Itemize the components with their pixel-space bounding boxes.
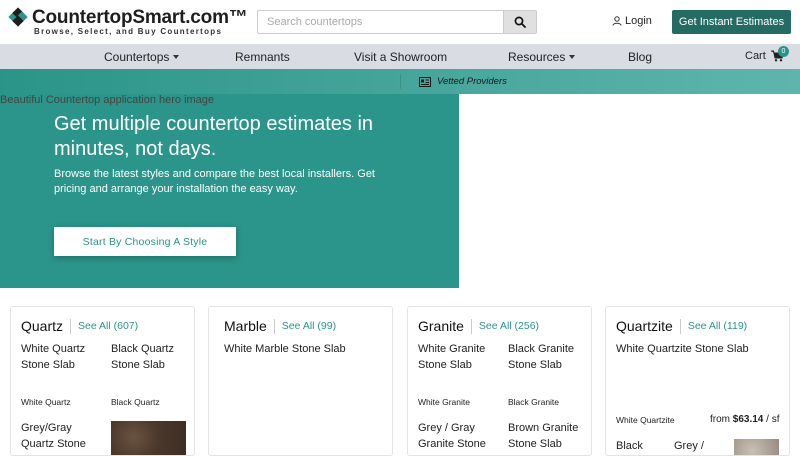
product-label[interactable]: White Granite xyxy=(418,397,470,407)
slab-link[interactable]: White Marble Stone Slab xyxy=(224,342,389,358)
hero-image-alt-text: Beautiful Countertop application hero im… xyxy=(0,94,215,106)
nav-item-label: Resources xyxy=(508,50,566,64)
card-title[interactable]: Quartz xyxy=(21,318,63,334)
price-prefix: from xyxy=(710,414,733,425)
product-thumbnail[interactable] xyxy=(734,439,779,455)
slab-link[interactable]: Brown Granite Stone Slab xyxy=(508,421,588,452)
divider xyxy=(273,318,275,334)
search-button[interactable] xyxy=(503,11,536,33)
site-logo[interactable]: CountertopSmart.com™ Browse, Select, and… xyxy=(8,5,248,39)
search-input[interactable] xyxy=(258,11,503,33)
see-all-link[interactable]: See All (607) xyxy=(78,320,138,332)
product-label[interactable]: White Quartzite xyxy=(616,415,675,425)
see-all-link[interactable]: See All (256) xyxy=(479,320,539,332)
category-card-granite: Granite See All (256) White Granite Ston… xyxy=(407,306,592,456)
logo-tagline: Browse, Select, and Buy Countertops xyxy=(34,27,223,36)
see-all-link[interactable]: See All (99) xyxy=(282,320,336,332)
caret-down-icon xyxy=(173,55,180,59)
card-header: Marble See All (99) xyxy=(224,318,336,334)
product-label[interactable]: Black Quartz xyxy=(111,397,160,407)
category-card-quartzite: Quartzite See All (119) White Quartzite … xyxy=(605,306,790,456)
card-title[interactable]: Marble xyxy=(224,318,267,334)
price-unit: / sf xyxy=(763,414,780,425)
site-header: CountertopSmart.com™ Browse, Select, and… xyxy=(0,0,800,44)
cart-label: Cart xyxy=(745,50,766,62)
slab-link[interactable]: White Quartzite Stone Slab xyxy=(616,342,786,358)
id-card-icon xyxy=(419,76,431,87)
nav-item-visit-showroom[interactable]: Visit a Showroom xyxy=(354,50,447,64)
slab-link[interactable]: Black xyxy=(616,439,676,455)
divider xyxy=(70,318,72,334)
product-thumbnail[interactable] xyxy=(111,421,186,455)
product-label[interactable]: Black Granite xyxy=(508,397,559,407)
vetted-providers-bar: Vetted Providers xyxy=(0,69,800,94)
slab-link[interactable]: Grey/Gray Quartz Stone xyxy=(21,421,106,452)
hero-subtitle: Browse the latest styles and compare the… xyxy=(54,168,375,195)
card-title[interactable]: Quartzite xyxy=(616,318,673,334)
user-icon xyxy=(612,16,622,26)
category-card-marble: Marble See All (99) White Marble Stone S… xyxy=(208,306,393,456)
login-link[interactable]: Login xyxy=(612,15,652,27)
slab-link[interactable]: White Granite Stone Slab xyxy=(418,342,503,373)
vetted-providers-text: Vetted Providers xyxy=(437,76,507,87)
card-header: Quartzite See All (119) xyxy=(616,318,747,334)
nav-item-resources[interactable]: Resources xyxy=(508,50,576,64)
cart-count-badge: 0 xyxy=(778,46,789,57)
product-price: from $63.14 / sf xyxy=(710,414,780,425)
product-label[interactable]: White Quartz xyxy=(21,397,71,407)
nav-item-blog[interactable]: Blog xyxy=(628,50,652,64)
logo-diamond-icon xyxy=(8,7,28,27)
search-bar xyxy=(257,10,537,34)
hero-title: Get multiple countertop estimates in min… xyxy=(54,113,374,160)
caret-down-icon xyxy=(569,55,576,59)
see-all-link[interactable]: See All (119) xyxy=(688,320,747,332)
get-instant-estimates-button[interactable]: Get Instant Estimates xyxy=(672,10,791,34)
vetted-providers-label: Vetted Providers xyxy=(419,76,507,87)
nav-item-countertops[interactable]: Countertops xyxy=(104,50,180,64)
nav-item-remnants[interactable]: Remnants xyxy=(235,50,290,64)
card-header: Quartz See All (607) xyxy=(21,318,138,334)
slab-link[interactable]: Black Quartz Stone Slab xyxy=(111,342,191,373)
divider xyxy=(679,318,681,334)
slab-link[interactable]: Black Granite Stone Slab xyxy=(508,342,588,373)
main-nav: Countertops Remnants Visit a Showroom Re… xyxy=(0,44,800,69)
start-choosing-style-button[interactable]: Start By Choosing A Style xyxy=(54,227,236,256)
card-title[interactable]: Granite xyxy=(418,318,464,334)
category-card-quartz: Quartz See All (607) White Quartz Stone … xyxy=(10,306,195,456)
search-icon xyxy=(514,16,526,28)
logo-title: CountertopSmart.com™ xyxy=(32,7,248,28)
login-label: Login xyxy=(625,15,652,27)
slab-link[interactable]: Grey / Gray Granite Stone xyxy=(418,421,503,452)
divider xyxy=(400,74,401,89)
price-value: $63.14 xyxy=(732,414,764,425)
slab-link[interactable]: White Quartz Stone Slab xyxy=(21,342,106,373)
nav-item-label: Countertops xyxy=(104,50,170,64)
slab-link[interactable]: Grey / xyxy=(674,439,729,455)
card-header: Granite See All (256) xyxy=(418,318,539,334)
divider xyxy=(470,318,472,334)
